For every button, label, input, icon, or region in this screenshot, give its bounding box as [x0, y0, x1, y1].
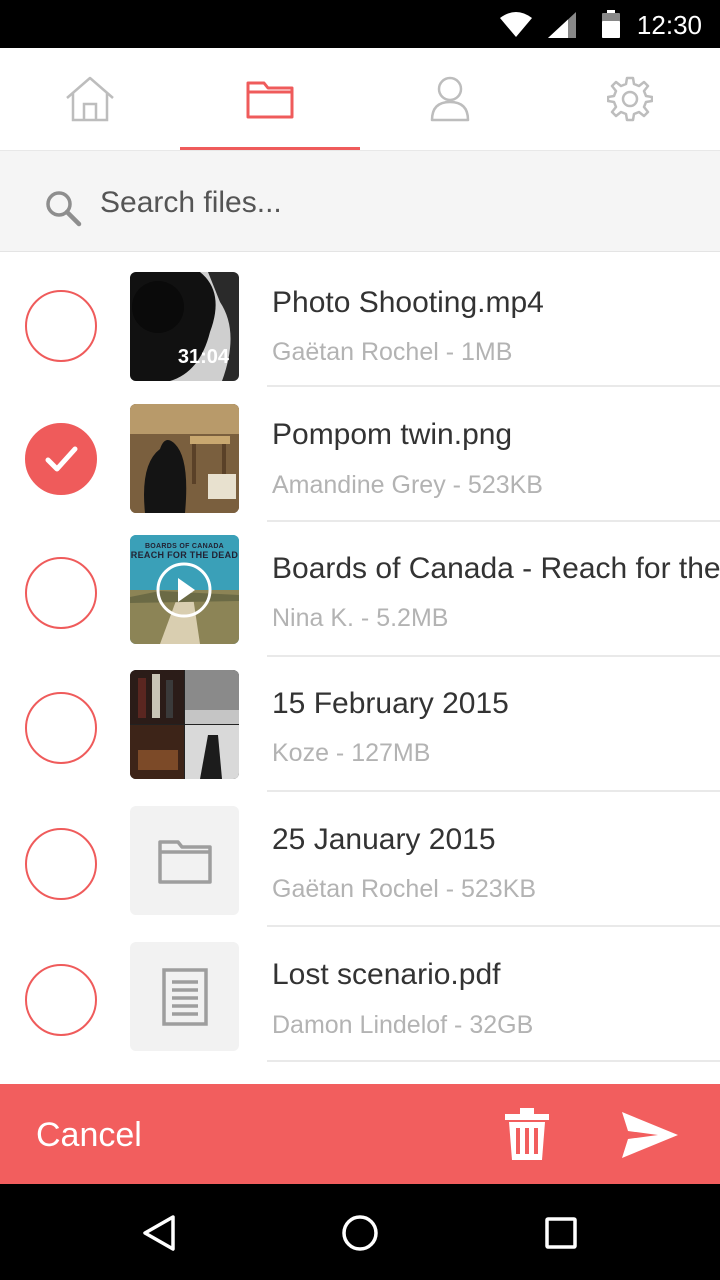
file-title: 25 January 2015 — [272, 823, 496, 856]
send-icon[interactable] — [620, 1110, 680, 1160]
file-list: 31:04 Photo Shooting.mp4 Gaëtan Rochel -… — [0, 252, 720, 1084]
file-meta: Amandine Grey - 523KB — [272, 471, 543, 499]
document-icon — [161, 967, 208, 1026]
folder-icon — [246, 81, 294, 119]
select-checkbox[interactable] — [25, 964, 97, 1036]
select-checkbox[interactable] — [25, 290, 97, 362]
list-item[interactable]: 15 February 2015 Koze - 127MB — [0, 657, 720, 792]
list-item[interactable]: Lost scenario.pdf Damon Lindelof - 32GB — [0, 927, 720, 1062]
trash-icon[interactable] — [504, 1108, 550, 1160]
tab-files[interactable] — [180, 48, 360, 150]
file-meta: Gaëtan Rochel - 523KB — [272, 875, 537, 903]
list-item[interactable]: 31:04 Photo Shooting.mp4 Gaëtan Rochel -… — [0, 252, 720, 387]
home-icon — [66, 76, 114, 122]
nav-recents-button[interactable] — [540, 1212, 582, 1254]
nav-home-button[interactable] — [339, 1212, 381, 1254]
select-checkbox[interactable] — [25, 692, 97, 764]
image-thumbnail — [130, 404, 239, 513]
tab-profile[interactable] — [360, 48, 540, 150]
tab-settings[interactable] — [540, 48, 720, 150]
home-circle-icon — [342, 1215, 378, 1251]
album-title: REACH FOR THE DEAD — [130, 550, 239, 560]
select-checkbox[interactable] — [25, 557, 97, 629]
gear-icon — [607, 76, 653, 122]
clock: 12:30 — [636, 10, 702, 40]
file-meta: Koze - 127MB — [272, 739, 431, 767]
file-title: Lost scenario.pdf — [272, 958, 501, 991]
cancel-button[interactable]: Cancel — [36, 1116, 142, 1155]
image-thumbnail-art — [130, 404, 239, 513]
collage-thumbnail-art — [130, 670, 239, 779]
cellular-signal-icon — [548, 12, 576, 38]
album-artist: BOARDS OF CANADA — [144, 543, 225, 550]
recents-icon — [545, 1217, 577, 1249]
battery-icon — [602, 10, 620, 38]
user-icon — [430, 76, 470, 122]
file-meta: Damon Lindelof - 32GB — [272, 1011, 534, 1039]
file-meta: Gaëtan Rochel - 1MB — [272, 338, 513, 366]
divider — [267, 1060, 720, 1062]
select-checkbox[interactable] — [25, 423, 97, 495]
play-icon[interactable] — [155, 561, 213, 619]
list-item[interactable]: Pompom twin.png Amandine Grey - 523KB — [0, 387, 720, 522]
selection-action-bar: Cancel — [0, 1084, 720, 1184]
album-thumbnail — [130, 670, 239, 779]
folder-icon — [157, 839, 212, 884]
list-item[interactable]: BOARDS OF CANADA REACH FOR THE DEAD Boar… — [0, 522, 720, 657]
list-item[interactable]: 25 January 2015 Gaëtan Rochel - 523KB — [0, 792, 720, 927]
video-duration: 31:04 — [177, 346, 229, 368]
search-input[interactable] — [100, 181, 680, 225]
system-navigation-bar — [0, 1184, 720, 1280]
select-checkbox[interactable] — [25, 828, 97, 900]
search-bar — [0, 150, 720, 252]
check-icon — [45, 446, 78, 472]
document-thumbnail — [130, 942, 239, 1051]
file-title: 15 February 2015 — [272, 687, 509, 720]
audio-thumbnail: BOARDS OF CANADA REACH FOR THE DEAD — [130, 535, 239, 644]
file-meta: Nina K. - 5.2MB — [272, 604, 449, 632]
video-thumbnail: 31:04 — [130, 272, 239, 381]
tab-bar — [0, 48, 720, 150]
nav-back-button[interactable] — [138, 1212, 180, 1254]
tab-home[interactable] — [0, 48, 180, 150]
file-title: Photo Shooting.mp4 — [272, 286, 544, 319]
wifi-icon — [500, 12, 532, 37]
back-icon — [143, 1215, 175, 1251]
file-title: Boards of Canada - Reach for the Dead — [272, 552, 720, 585]
status-bar: 12:30 — [0, 0, 720, 48]
album-cover-text: BOARDS OF CANADA REACH FOR THE DEAD — [130, 543, 239, 560]
file-title: Pompom twin.png — [272, 418, 513, 451]
search-icon — [46, 191, 82, 227]
folder-thumbnail — [130, 806, 239, 915]
